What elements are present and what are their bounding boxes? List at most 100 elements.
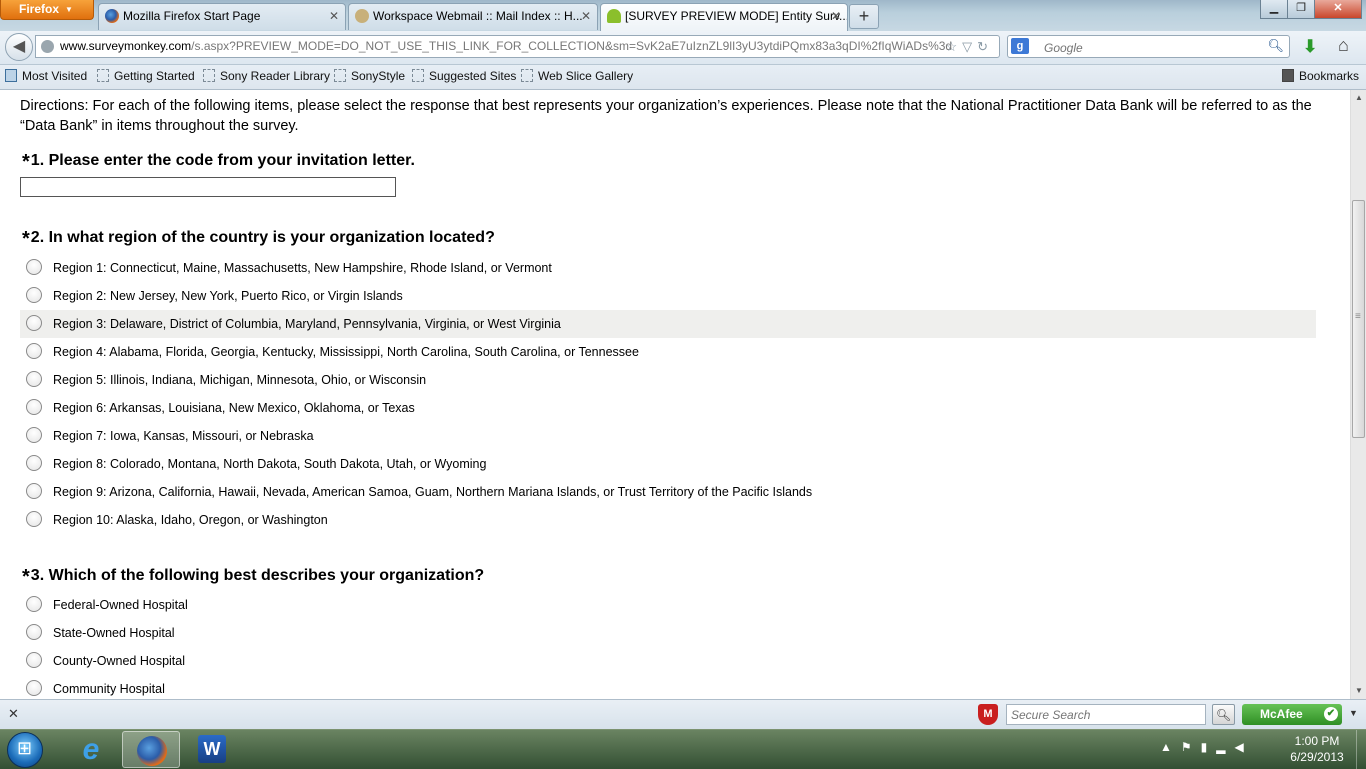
firefox-menu-button[interactable]: Firefox ▼ xyxy=(0,0,94,20)
required-asterisk: * xyxy=(22,566,30,588)
radio-button[interactable] xyxy=(26,259,42,275)
option-label: County-Owned Hospital xyxy=(53,654,186,668)
windows-taskbar: e W ▲⚑▮▂◀ 1:00 PM 6/29/2013 xyxy=(0,729,1366,769)
region-10-option[interactable]: Region 10: Alaska, Idaho, Oregon, or Was… xyxy=(20,506,1316,534)
county-owned-hospital-option[interactable]: County-Owned Hospital xyxy=(20,647,1316,675)
search-bar[interactable]: g 🔍︎ xyxy=(1007,35,1290,58)
radio-button[interactable] xyxy=(26,455,42,471)
google-icon[interactable]: g xyxy=(1011,38,1029,54)
url-bar[interactable]: www.surveymonkey.com/s.aspx?PREVIEW_MODE… xyxy=(35,35,1000,58)
region-7-option[interactable]: Region 7: Iowa, Kansas, Missouri, or Neb… xyxy=(20,422,1316,450)
taskbar-clock[interactable]: 1:00 PM 6/29/2013 xyxy=(1282,733,1352,765)
history-dropdown-icon[interactable]: ▽ xyxy=(962,39,977,54)
radio-button[interactable] xyxy=(26,680,42,696)
show-hidden-icons-icon[interactable]: ▲ xyxy=(1160,740,1181,754)
close-icon[interactable]: ✕ xyxy=(581,4,591,28)
radio-button[interactable] xyxy=(26,652,42,668)
mcafee-label: McAfee xyxy=(1260,707,1303,721)
region-9-option[interactable]: Region 9: Arizona, California, Hawaii, N… xyxy=(20,478,1316,506)
question-text: 1. Please enter the code from your invit… xyxy=(30,152,415,169)
radio-button[interactable] xyxy=(26,483,42,499)
tab-title: Mozilla Firefox Start Page xyxy=(123,9,261,23)
action-center-flag-icon[interactable]: ⚑ xyxy=(1181,740,1201,754)
bookmarks-menu-button[interactable]: Bookmarks xyxy=(1282,69,1359,83)
volume-icon[interactable]: ◀ xyxy=(1235,740,1253,754)
required-asterisk: * xyxy=(22,228,30,250)
download-icon[interactable]: ⬇ xyxy=(1303,37,1317,57)
page-icon xyxy=(521,69,533,82)
question-3-title: *3. Which of the following best describe… xyxy=(22,566,484,589)
vertical-scrollbar[interactable]: ▲ ▼ xyxy=(1350,90,1366,699)
start-button[interactable] xyxy=(7,732,43,768)
radio-button[interactable] xyxy=(26,371,42,387)
radio-button[interactable] xyxy=(26,399,42,415)
region-8-option[interactable]: Region 8: Colorado, Montana, North Dakot… xyxy=(20,450,1316,478)
url-text[interactable]: www.surveymonkey.com/s.aspx?PREVIEW_MODE… xyxy=(60,36,952,57)
region-3-option[interactable]: Region 3: Delaware, District of Columbia… xyxy=(20,310,1316,338)
bookmark-sony-reader-library[interactable]: Sony Reader Library xyxy=(203,69,330,83)
battery-icon[interactable]: ▮ xyxy=(1201,740,1217,754)
mcafee-siteadvisor-button[interactable]: McAfee ✔ xyxy=(1242,704,1342,725)
close-icon[interactable]: ✕ xyxy=(329,4,339,28)
state-owned-hospital-option[interactable]: State-Owned Hospital xyxy=(20,619,1316,647)
network-signal-icon[interactable]: ▂ xyxy=(1216,740,1234,754)
tab-survey-preview[interactable]: [SURVEY PREVIEW MODE] Entity Surv... ✕ xyxy=(600,3,848,31)
close-icon[interactable]: ✕ xyxy=(8,706,19,722)
question-text: 2. In what region of the country is your… xyxy=(30,229,495,246)
back-button[interactable]: ◀ xyxy=(5,33,33,61)
scroll-down-arrow-icon[interactable]: ▼ xyxy=(1351,683,1366,699)
region-6-option[interactable]: Region 6: Arkansas, Louisiana, New Mexic… xyxy=(20,394,1316,422)
radio-button[interactable] xyxy=(26,315,42,331)
tab-webmail[interactable]: Workspace Webmail :: Mail Index :: H... … xyxy=(348,3,598,30)
mcafee-shield-icon[interactable]: M xyxy=(978,704,998,725)
window-close-button[interactable]: ✕ xyxy=(1314,0,1362,19)
scroll-up-arrow-icon[interactable]: ▲ xyxy=(1351,90,1366,106)
radio-button[interactable] xyxy=(26,511,42,527)
chevron-down-icon[interactable]: ▼ xyxy=(1349,708,1358,718)
search-input[interactable] xyxy=(1042,37,1266,58)
region-2-option[interactable]: Region 2: New Jersey, New York, Puerto R… xyxy=(20,282,1316,310)
minimize-button[interactable]: ▁ xyxy=(1260,0,1288,19)
radio-button[interactable] xyxy=(26,427,42,443)
close-icon[interactable]: ✕ xyxy=(831,4,841,28)
taskbar-firefox[interactable] xyxy=(122,731,180,768)
tab-firefox-start[interactable]: Mozilla Firefox Start Page ✕ xyxy=(98,3,346,30)
firefox-icon xyxy=(105,9,119,23)
community-hospital-option[interactable]: Community Hospital xyxy=(20,675,1316,699)
bookmarks-toolbar: Most Visited Getting Started Sony Reader… xyxy=(0,65,1366,90)
word-icon: W xyxy=(198,735,226,763)
region-4-option[interactable]: Region 4: Alabama, Florida, Georgia, Ken… xyxy=(20,338,1316,366)
region-1-option[interactable]: Region 1: Connecticut, Maine, Massachuse… xyxy=(20,254,1316,282)
maximize-button[interactable]: ❐ xyxy=(1287,0,1315,19)
bookmarks-icon xyxy=(1282,69,1294,82)
scrollbar-thumb[interactable] xyxy=(1352,200,1365,438)
webmail-icon xyxy=(355,9,369,23)
region-5-option[interactable]: Region 5: Illinois, Indiana, Michigan, M… xyxy=(20,366,1316,394)
reload-icon[interactable]: ↻ xyxy=(977,39,993,54)
search-icon[interactable]: 🔍︎ xyxy=(1267,38,1284,54)
option-label: Region 2: New Jersey, New York, Puerto R… xyxy=(53,289,403,303)
bookmark-sonystyle[interactable]: SonyStyle xyxy=(334,69,405,83)
new-tab-button[interactable]: + xyxy=(849,4,879,29)
bookmark-star-icon[interactable]: ☆ xyxy=(945,39,962,54)
invitation-code-input[interactable] xyxy=(20,177,396,197)
bookmark-web-slice-gallery[interactable]: Web Slice Gallery xyxy=(521,69,633,83)
taskbar-internet-explorer[interactable]: e xyxy=(62,731,120,768)
page-icon xyxy=(97,69,109,82)
search-icon[interactable]: 🔍︎ xyxy=(1212,704,1235,725)
federal-owned-hospital-option[interactable]: Federal-Owned Hospital xyxy=(20,591,1316,619)
taskbar-word[interactable]: W xyxy=(184,731,242,768)
bookmark-most-visited[interactable]: Most Visited xyxy=(5,69,87,83)
bookmark-getting-started[interactable]: Getting Started xyxy=(97,69,195,83)
home-icon[interactable]: ⌂ xyxy=(1338,35,1349,56)
option-label: Region 7: Iowa, Kansas, Missouri, or Neb… xyxy=(53,429,314,443)
bookmark-suggested-sites[interactable]: Suggested Sites xyxy=(412,69,516,83)
radio-button[interactable] xyxy=(26,596,42,612)
show-desktop-button[interactable] xyxy=(1356,730,1366,769)
option-label: Region 9: Arizona, California, Hawaii, N… xyxy=(53,485,813,499)
radio-button[interactable] xyxy=(26,624,42,640)
navigation-bar: ◀ www.surveymonkey.com/s.aspx?PREVIEW_MO… xyxy=(0,31,1366,65)
radio-button[interactable] xyxy=(26,343,42,359)
radio-button[interactable] xyxy=(26,287,42,303)
secure-search-input[interactable] xyxy=(1006,704,1206,725)
